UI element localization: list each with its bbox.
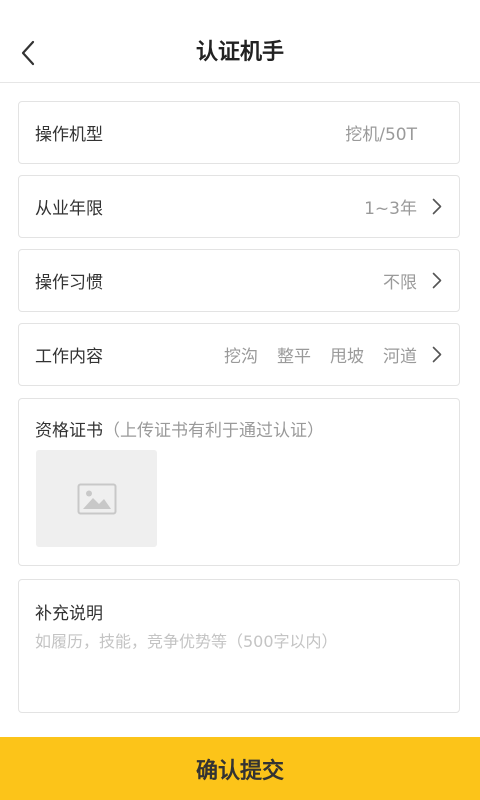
experience-row[interactable]: 从业年限 1~3年	[19, 176, 459, 237]
certificate-card: 资格证书（上传证书有利于通过认证）	[18, 398, 460, 566]
image-icon	[77, 483, 116, 514]
work-tag: 整平	[277, 347, 311, 367]
work-content-label: 工作内容	[35, 347, 103, 367]
page-title: 认证机手	[195, 40, 284, 65]
machine-type-card: 操作机型 挖机/50T	[18, 101, 460, 164]
work-tag: 甩坡	[330, 347, 364, 367]
chevron-right-icon	[429, 271, 445, 291]
experience-value: 1~3年	[364, 199, 417, 219]
nav-bar: 认证机手	[0, 0, 480, 83]
certificate-label: 资格证书	[35, 421, 103, 441]
certificate-title: 资格证书（上传证书有利于通过认证）	[35, 416, 324, 441]
work-tag: 挖沟	[224, 347, 258, 367]
experience-label: 从业年限	[35, 199, 103, 219]
machine-type-label: 操作机型	[35, 125, 103, 145]
work-content-tags: 挖沟 整平 甩坡 河道	[224, 342, 417, 367]
experience-card: 从业年限 1~3年	[18, 175, 460, 238]
work-content-row[interactable]: 工作内容 挖沟 整平 甩坡 河道	[19, 324, 459, 385]
chevron-right-icon	[429, 345, 445, 365]
machine-type-value: 挖机/50T	[345, 125, 417, 145]
work-content-card: 工作内容 挖沟 整平 甩坡 河道	[18, 323, 460, 386]
habit-row[interactable]: 操作习惯 不限	[19, 250, 459, 311]
certificate-upload-button[interactable]	[36, 450, 157, 547]
machine-type-row[interactable]: 操作机型 挖机/50T	[19, 102, 459, 163]
habit-label: 操作习惯	[35, 273, 103, 293]
notes-card: 补充说明	[18, 579, 460, 713]
habit-card: 操作习惯 不限	[18, 249, 460, 312]
notes-title: 补充说明	[35, 604, 103, 624]
certificate-hint: （上传证书有利于通过认证）	[103, 421, 324, 441]
work-tag: 河道	[383, 347, 417, 367]
chevron-right-icon	[429, 197, 445, 217]
habit-value: 不限	[383, 273, 417, 293]
notes-input[interactable]	[35, 628, 443, 708]
submit-button[interactable]: 确认提交	[0, 737, 480, 800]
